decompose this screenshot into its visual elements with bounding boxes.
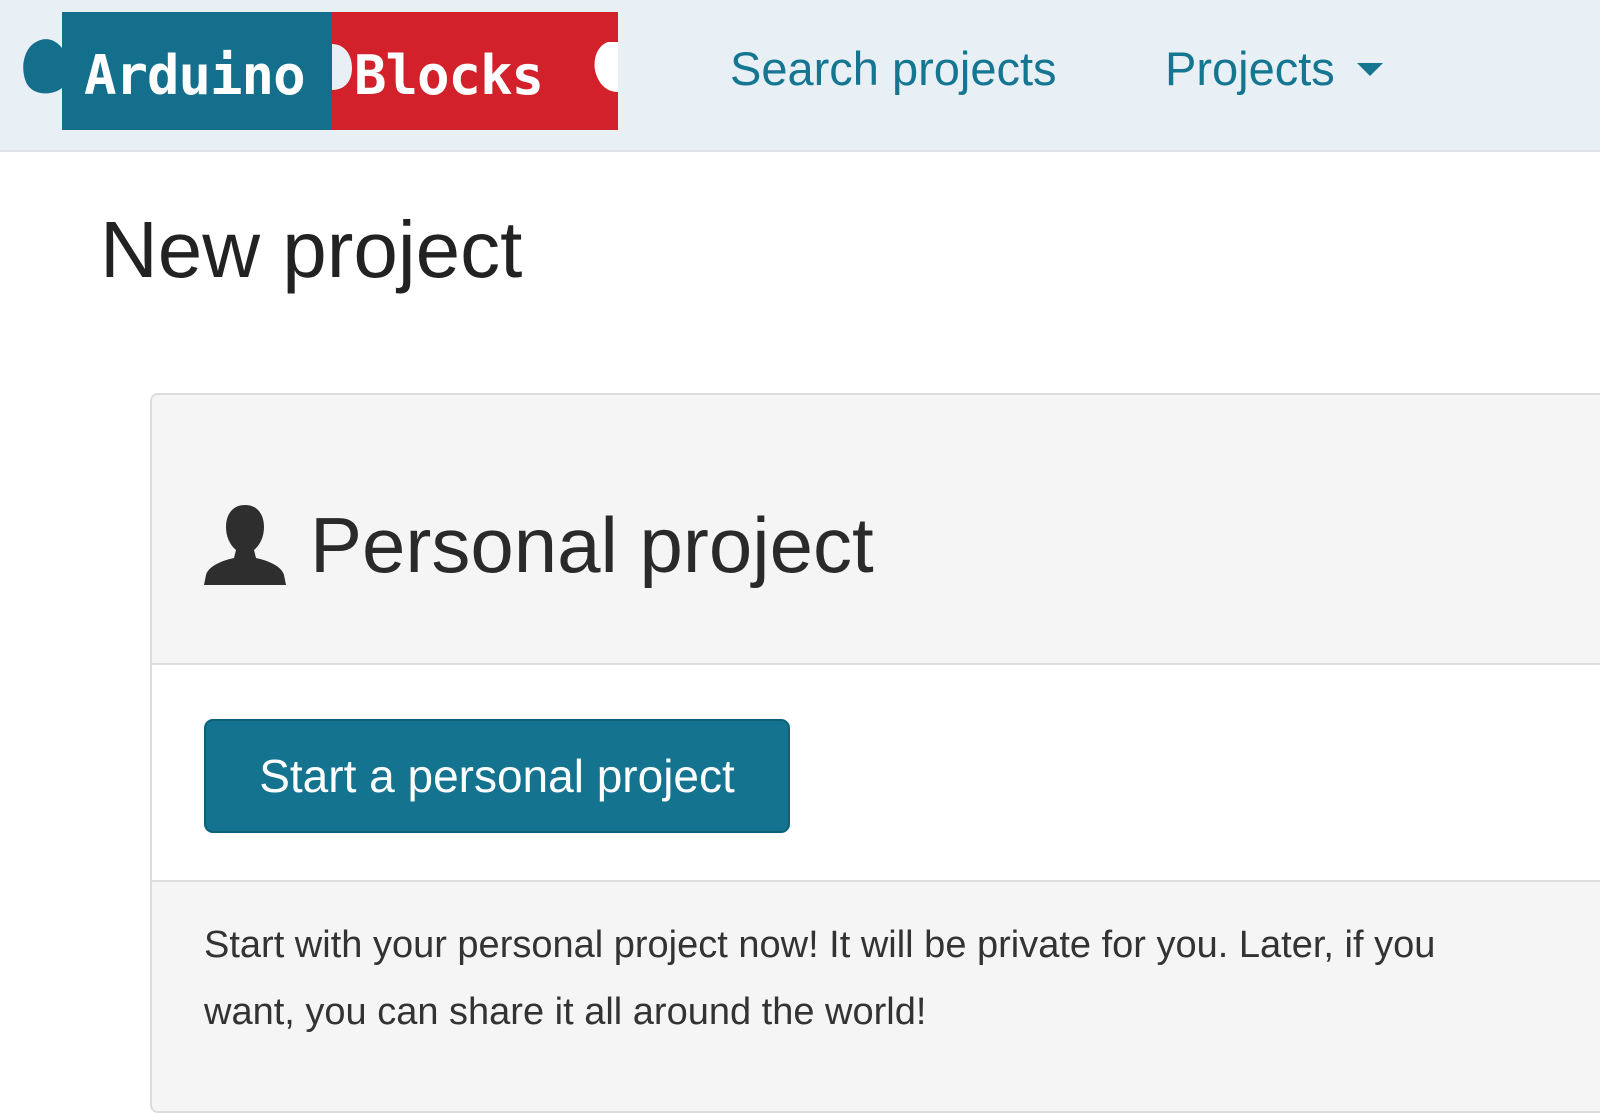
- top-navbar: Arduino Blocks Search projects Projects: [0, 0, 1600, 152]
- page-title: New project: [100, 205, 523, 294]
- arduinoblocks-logo[interactable]: Arduino Blocks: [22, 12, 630, 130]
- panel-title: Personal project: [310, 501, 874, 589]
- panel-footer: Start with your personal project now! It…: [152, 882, 1600, 1111]
- panel-heading: Personal project: [152, 395, 1600, 665]
- nav-projects-dropdown[interactable]: Projects: [1165, 40, 1383, 98]
- panel-description: Start with your personal project now! It…: [204, 924, 1436, 1033]
- nav-search-projects-label: Search projects: [730, 42, 1057, 95]
- personal-project-panel: Personal project Start a personal projec…: [150, 393, 1600, 1113]
- user-icon: [204, 505, 286, 585]
- caret-down-icon: [1356, 63, 1383, 77]
- nav-search-projects-link[interactable]: Search projects: [730, 40, 1057, 98]
- logo-text-blocks: Blocks: [354, 44, 543, 107]
- logo-text-arduino: Arduino: [84, 44, 305, 107]
- nav-projects-label: Projects: [1165, 42, 1335, 95]
- start-personal-project-button[interactable]: Start a personal project: [204, 719, 790, 833]
- panel-body: Start a personal project: [152, 665, 1600, 882]
